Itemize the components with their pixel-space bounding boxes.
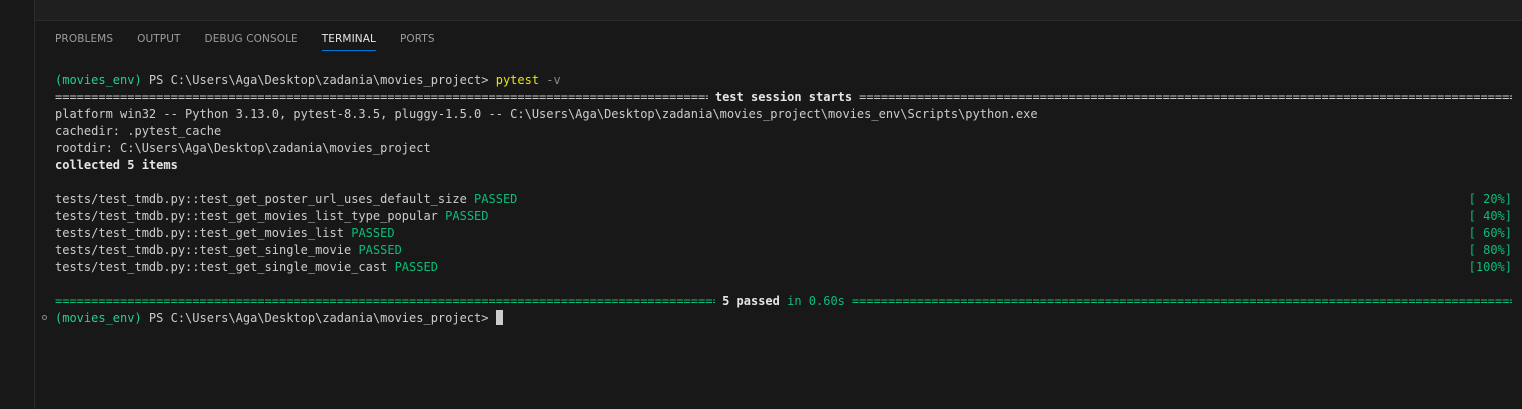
test-result-row: tests/test_tmdb.py::test_get_single_movi… [35,242,1522,259]
test-result-row: tests/test_tmdb.py::test_get_movies_list… [35,208,1522,225]
bottom-panel: PROBLEMS OUTPUT DEBUG CONSOLE TERMINAL P… [35,21,1522,409]
session-header: test session starts [714,90,853,104]
prompt-path: PS C:\Users\Aga\Desktop\zadania\movies_p… [141,73,496,87]
test-progress: [ 40%] [1468,209,1512,223]
tab-ports[interactable]: PORTS [400,31,435,51]
summary-passed: 5 passed [722,294,780,308]
test-progress: [ 60%] [1468,226,1512,240]
terminal-output[interactable]: (movies_env) PS C:\Users\Aga\Desktop\zad… [35,72,1522,327]
platform-line: platform win32 -- Python 3.13.0, pytest-… [55,107,1038,121]
prompt-env: (movies_env) [55,73,142,87]
test-status: PASSED [358,243,402,257]
terminal-cursor [495,310,503,325]
command-status-icon[interactable] [42,315,47,320]
test-status: PASSED [445,209,489,223]
test-result-row: tests/test_tmdb.py::test_get_movies_list… [35,225,1522,242]
test-result-row: tests/test_tmdb.py::test_get_single_movi… [35,259,1522,276]
test-name: tests/test_tmdb.py::test_get_single_movi… [55,243,352,257]
panel-tabs: PROBLEMS OUTPUT DEBUG CONSOLE TERMINAL P… [55,31,459,51]
test-result-row: tests/test_tmdb.py::test_get_poster_url_… [35,191,1522,208]
tab-problems[interactable]: PROBLEMS [55,31,113,51]
test-status: PASSED [351,226,395,240]
prompt-env: (movies_env) [55,311,142,325]
prompt-line: (movies_env) PS C:\Users\Aga\Desktop\zad… [35,310,1522,327]
summary-time: in 0.60s [779,294,845,308]
tab-debug-console[interactable]: DEBUG CONSOLE [205,31,298,51]
prompt-line: (movies_env) PS C:\Users\Aga\Desktop\zad… [35,72,1522,89]
test-progress: [100%] [1468,260,1512,274]
test-name: tests/test_tmdb.py::test_get_movies_list [55,226,344,240]
command-args: -v [539,73,561,87]
tab-terminal[interactable]: TERMINAL [321,31,376,51]
test-status: PASSED [474,192,518,206]
rootdir-line: rootdir: C:\Users\Aga\Desktop\zadania\mo… [55,141,431,155]
test-name: tests/test_tmdb.py::test_get_single_movi… [55,260,388,274]
editor-area [35,0,1522,21]
tab-output[interactable]: OUTPUT [137,31,180,51]
test-status: PASSED [394,260,438,274]
collected-line: collected 5 items [55,158,178,172]
test-name: tests/test_tmdb.py::test_get_poster_url_… [55,192,467,206]
activity-bar [0,0,35,409]
summary-line: 5 passed in 0.60s [35,293,1522,310]
test-name: tests/test_tmdb.py::test_get_movies_list… [55,209,438,223]
test-progress: [ 80%] [1468,243,1512,257]
cachedir-line: cachedir: .pytest_cache [55,124,222,138]
prompt-path: PS C:\Users\Aga\Desktop\zadania\movies_p… [141,311,496,325]
session-header-line: test session starts [35,89,1522,106]
command-text: pytest [495,73,540,87]
test-progress: [ 20%] [1468,192,1512,206]
